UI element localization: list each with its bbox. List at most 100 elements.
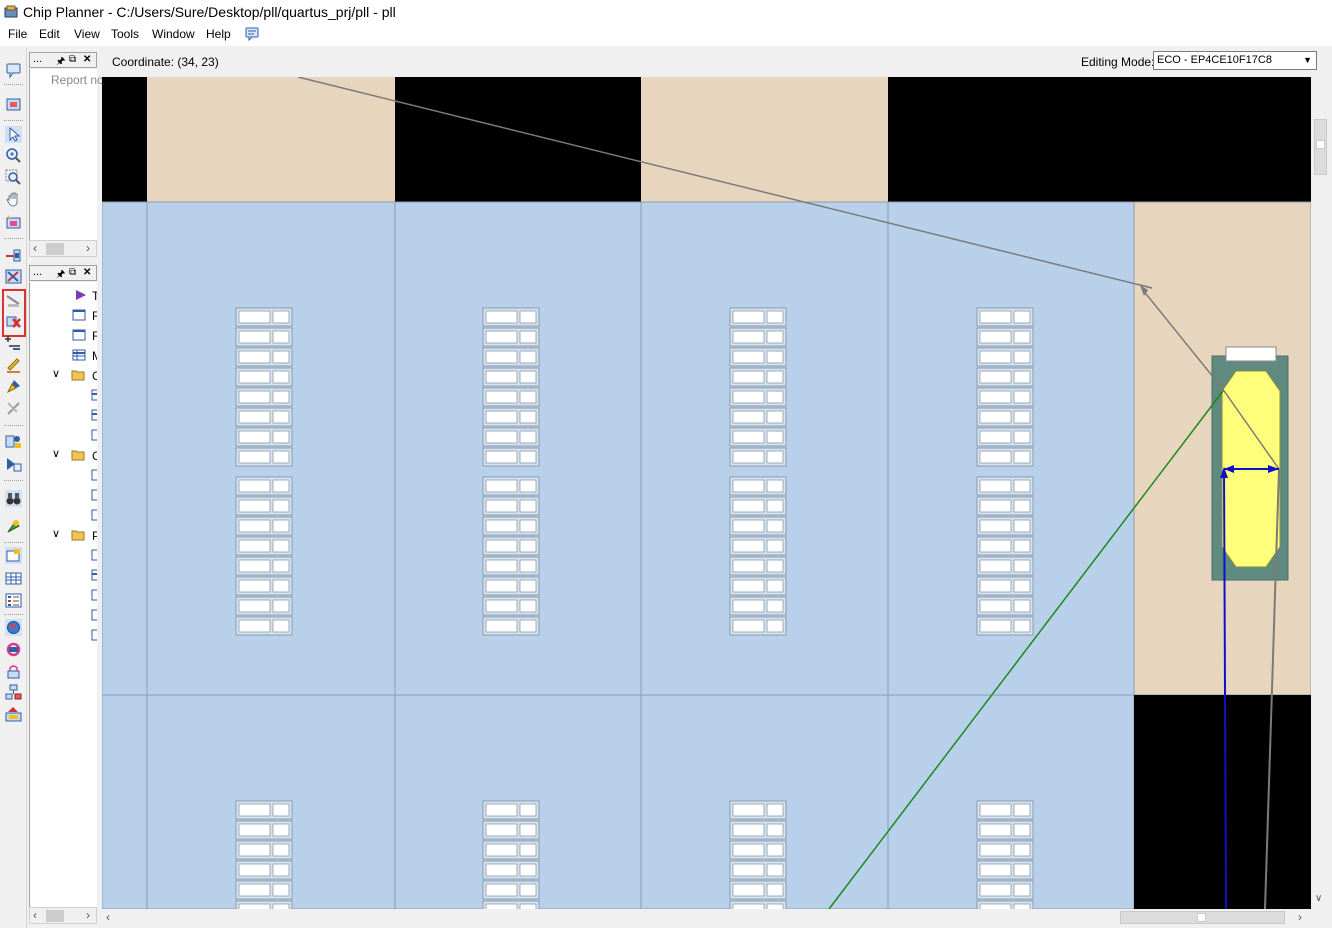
- menu-tools[interactable]: Tools: [109, 27, 141, 41]
- select-arrow-icon[interactable]: [5, 126, 22, 143]
- comment-icon[interactable]: [245, 27, 259, 41]
- menu-bar: File Edit View Tools Window Help: [0, 24, 1332, 46]
- tree-item[interactable]: T: [30, 287, 97, 305]
- pencil-icon[interactable]: [5, 356, 22, 373]
- zoom-in-icon[interactable]: [5, 147, 22, 164]
- tree-item[interactable]: [30, 627, 97, 645]
- logic-element-reg: [766, 599, 784, 613]
- logic-element-lut: [732, 370, 765, 384]
- tree-item[interactable]: [30, 487, 97, 505]
- logic-element-reg: [766, 350, 784, 364]
- tree-item[interactable]: [30, 467, 97, 485]
- report-icon: [91, 389, 97, 401]
- logic-element-reg: [272, 823, 290, 837]
- scroll-left-icon[interactable]: ‹: [106, 910, 110, 924]
- logic-element-reg: [1013, 479, 1031, 493]
- scroll-left-icon[interactable]: ‹: [33, 241, 37, 255]
- floorplan-svg[interactable]: [102, 77, 1311, 909]
- tree-item[interactable]: [30, 587, 97, 605]
- logic-element-lut: [732, 390, 765, 404]
- top-panel-scrollbar[interactable]: ‹ ›: [29, 240, 97, 257]
- scroll-right-icon[interactable]: ›: [86, 241, 90, 255]
- chevron-down-icon[interactable]: ∨: [52, 447, 60, 460]
- scroll-right-icon[interactable]: ›: [86, 908, 90, 922]
- menu-file[interactable]: File: [6, 27, 29, 41]
- logic-element-reg: [766, 330, 784, 344]
- tree-item[interactable]: [30, 607, 97, 625]
- menu-window[interactable]: Window: [150, 27, 197, 41]
- logic-element-lut: [485, 370, 518, 384]
- tree-item[interactable]: [30, 547, 97, 565]
- routing-delay-icon[interactable]: [5, 292, 22, 309]
- logic-element-lut: [732, 539, 765, 553]
- fan-in-icon[interactable]: [5, 247, 22, 264]
- tree-folder[interactable]: ∨ C: [30, 367, 97, 385]
- tree-folder[interactable]: ∨ P: [30, 527, 97, 545]
- logic-element-reg: [272, 863, 290, 877]
- logic-element-reg: [272, 430, 290, 444]
- scroll-thumb[interactable]: [46, 243, 64, 255]
- menu-view[interactable]: View: [72, 27, 102, 41]
- zoom-region-icon[interactable]: [5, 169, 22, 186]
- logic-element-lut: [238, 430, 271, 444]
- tree-item[interactable]: [30, 427, 97, 445]
- tree-item[interactable]: R: [30, 307, 97, 325]
- logic-element-reg: [1013, 370, 1031, 384]
- tree-item[interactable]: M: [30, 347, 97, 365]
- clear-icon[interactable]: [5, 400, 22, 417]
- locate-icon[interactable]: [5, 518, 22, 535]
- globe-icon[interactable]: [5, 619, 22, 636]
- brush-icon[interactable]: [5, 378, 22, 395]
- logic-element-reg: [1013, 499, 1031, 513]
- grid-icon[interactable]: [5, 570, 22, 587]
- menu-help[interactable]: Help: [204, 27, 233, 41]
- canvas-vertical-scrollbar[interactable]: ∨: [1311, 77, 1330, 909]
- close-icon[interactable]: ✕: [83, 54, 91, 65]
- export-icon[interactable]: [5, 706, 22, 723]
- logic-element-lut: [485, 559, 518, 573]
- chevron-down-icon[interactable]: ∨: [52, 367, 60, 380]
- layer-settings-icon[interactable]: [5, 547, 22, 564]
- close-icon[interactable]: ✕: [83, 267, 91, 278]
- restore-icon[interactable]: ⧉: [69, 54, 76, 65]
- add-connection-icon[interactable]: [5, 334, 22, 351]
- binoculars-icon[interactable]: [5, 490, 22, 507]
- menu-edit[interactable]: Edit: [37, 27, 62, 41]
- logic-element-lut: [238, 539, 271, 553]
- coordinate-bar: Coordinate: (34, 23) Editing Mode: ECO -…: [100, 50, 1332, 74]
- tree-item[interactable]: [30, 567, 97, 585]
- scroll-grip: [1197, 913, 1206, 922]
- scroll-down-icon[interactable]: ∨: [1315, 893, 1322, 904]
- tree-folder[interactable]: ∨ C: [30, 447, 97, 465]
- delete-connection-icon[interactable]: [5, 313, 22, 330]
- highlight-icon[interactable]: [5, 213, 22, 230]
- layers-icon[interactable]: [5, 96, 22, 113]
- fan-out-icon[interactable]: [5, 268, 22, 285]
- logic-element-lut: [979, 519, 1012, 533]
- logic-element-lut: [732, 310, 765, 324]
- comment-icon[interactable]: [5, 62, 22, 79]
- logic-element-lut: [979, 619, 1012, 633]
- scroll-left-icon[interactable]: ‹: [33, 908, 37, 922]
- lock-icon[interactable]: [5, 663, 22, 680]
- tree-item[interactable]: [30, 387, 97, 405]
- tree-item[interactable]: [30, 507, 97, 525]
- chevron-down-icon[interactable]: ∨: [52, 527, 60, 540]
- hierarchy-icon[interactable]: [5, 684, 22, 701]
- restore-icon[interactable]: ⧉: [69, 267, 76, 278]
- hand-pan-icon[interactable]: [5, 191, 22, 208]
- chip-floorplan-canvas[interactable]: [102, 77, 1311, 909]
- list-icon[interactable]: [5, 592, 22, 609]
- report-chart-icon[interactable]: [5, 456, 22, 473]
- logic-element-lut: [979, 350, 1012, 364]
- tree-item[interactable]: [30, 407, 97, 425]
- assign-icon[interactable]: [5, 433, 22, 450]
- bottom-panel-scrollbar[interactable]: ‹ ›: [29, 907, 97, 924]
- tree-item[interactable]: R: [30, 327, 97, 345]
- editing-mode-select[interactable]: ECO - EP4CE10F17C8 ▼: [1153, 51, 1317, 70]
- scroll-thumb[interactable]: [46, 910, 64, 922]
- scroll-right-icon[interactable]: ›: [1298, 910, 1302, 924]
- canvas-horizontal-scrollbar[interactable]: ‹ ›: [100, 909, 1311, 926]
- logic-element-lut: [238, 559, 271, 573]
- refresh-icon[interactable]: [5, 641, 22, 658]
